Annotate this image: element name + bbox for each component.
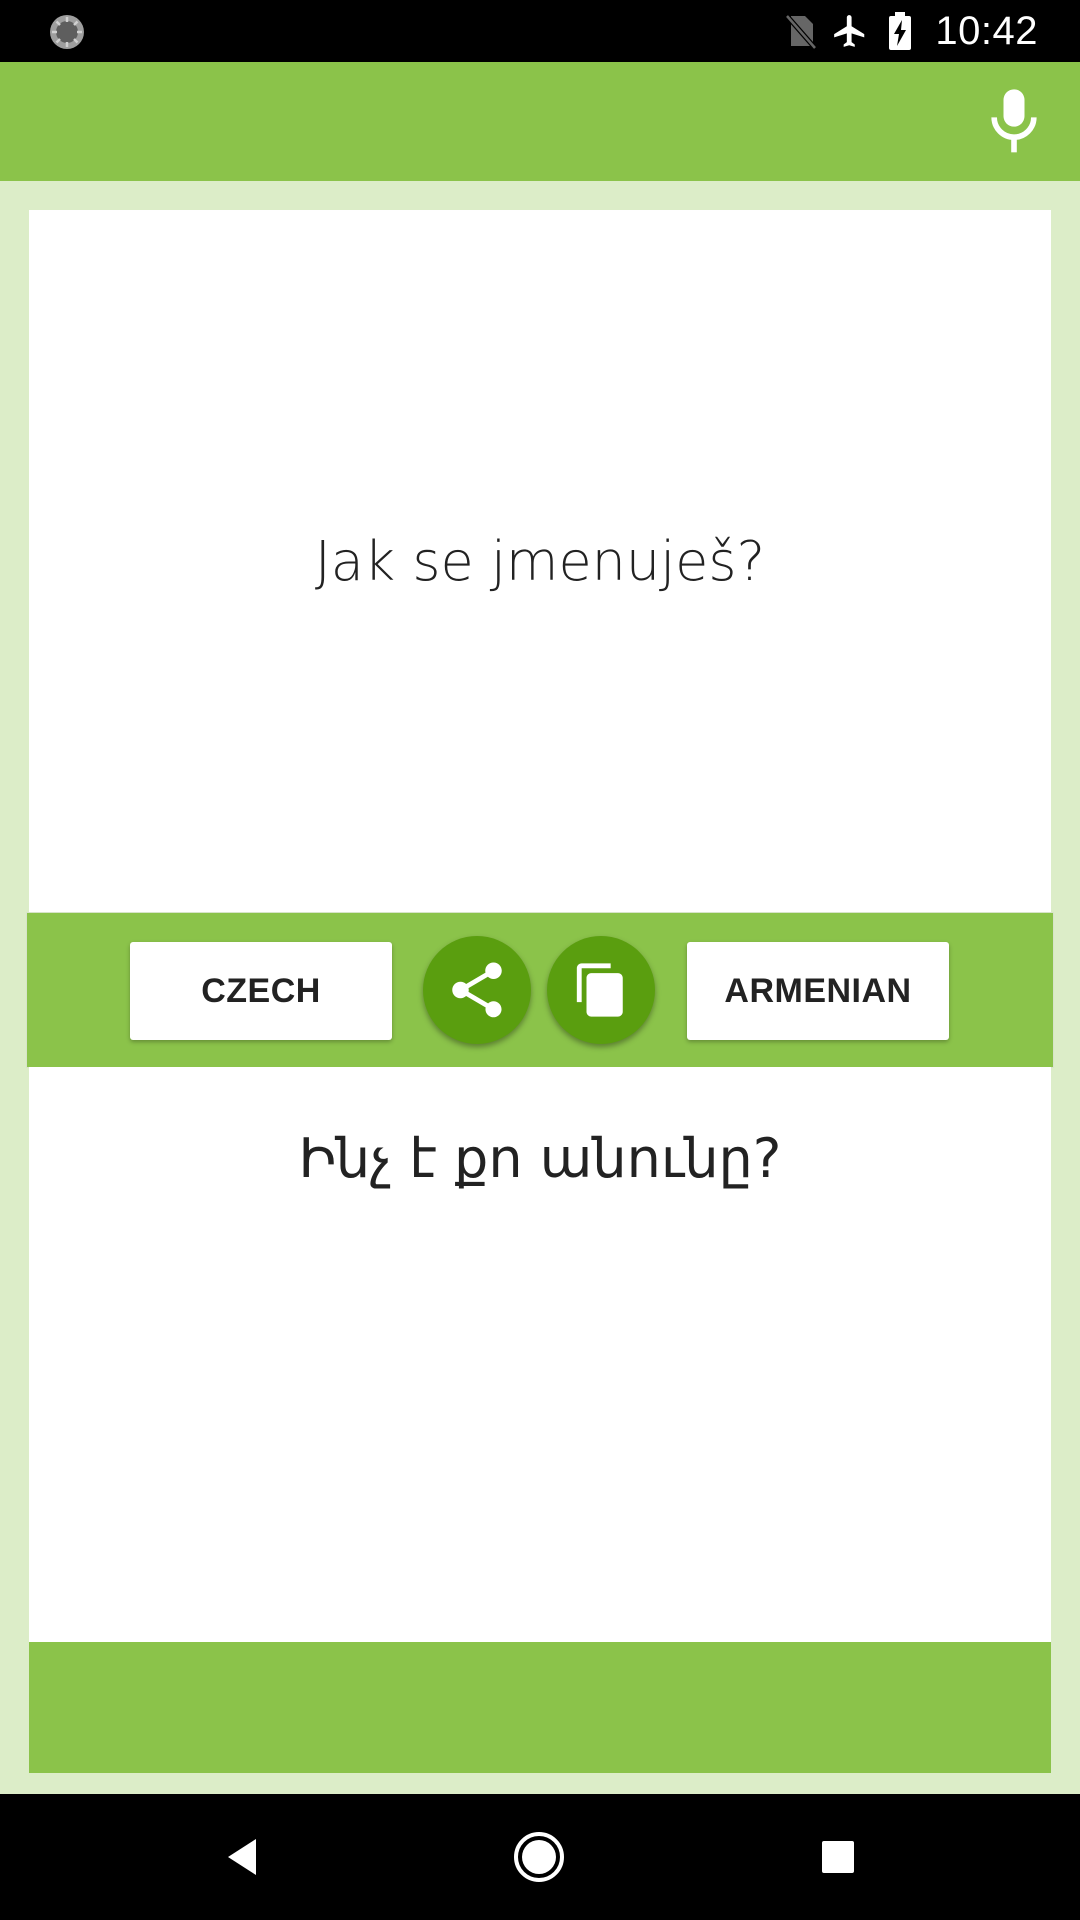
navigation-bar — [0, 1794, 1080, 1920]
copy-button[interactable] — [547, 936, 655, 1044]
status-bar: 10:42 — [0, 0, 1080, 62]
source-text-card[interactable]: Jak se jmenuješ? — [29, 210, 1051, 913]
target-text-card: Ինչ է քո անունը? — [29, 1067, 1051, 1642]
target-text: Ինչ է քո անունը? — [298, 1127, 782, 1190]
share-button[interactable] — [423, 936, 531, 1044]
share-icon — [452, 962, 502, 1018]
status-icons: 10:42 — [781, 0, 1080, 62]
airplane-mode-icon — [831, 12, 869, 50]
recents-icon[interactable] — [805, 1824, 871, 1890]
no-sim-icon — [781, 12, 819, 50]
target-language-button[interactable]: ARMENIAN — [687, 942, 949, 1040]
home-icon[interactable] — [506, 1824, 572, 1890]
copy-icon — [576, 963, 623, 1017]
battery-charging-icon — [881, 12, 919, 50]
language-control-bar: CZECH ARMENIAN — [27, 913, 1053, 1067]
source-text: Jak se jmenuješ? — [314, 530, 766, 593]
back-icon[interactable] — [209, 1824, 275, 1890]
loading-circle-icon — [48, 13, 86, 51]
app-bar — [0, 62, 1080, 181]
status-time: 10:42 — [935, 8, 1038, 53]
bottom-banner — [29, 1642, 1051, 1773]
microphone-icon[interactable] — [976, 84, 1052, 160]
source-language-button[interactable]: CZECH — [130, 942, 392, 1040]
